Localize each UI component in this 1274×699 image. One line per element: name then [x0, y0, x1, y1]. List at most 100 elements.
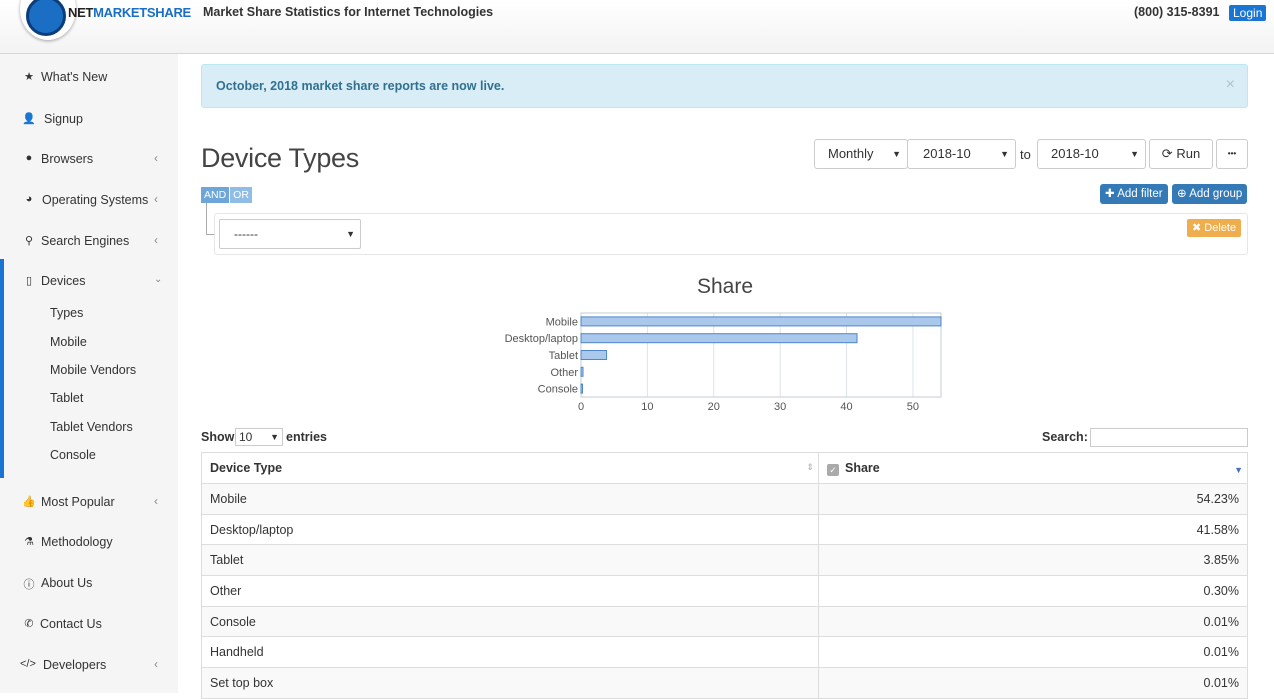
sidebar-item-methodology[interactable]: ⚗ Methodology — [0, 532, 178, 554]
device-type-cell: Mobile — [201, 483, 819, 515]
table-header-row: Device Type ⇕ ✓ Share ▼ — [201, 452, 1248, 484]
close-icon[interactable]: × — [1226, 76, 1235, 94]
date-to-value: 2018-10 — [1051, 146, 1099, 161]
period-select-value: Monthly — [828, 146, 874, 161]
tablet-icon: ▯ — [25, 275, 33, 287]
sidebar-item-devices[interactable]: ▯ Devices ⌄ — [0, 271, 178, 293]
column-header-share[interactable]: ✓ Share ▼ — [818, 452, 1248, 484]
announcement-alert: October, 2018 market share reports are n… — [201, 64, 1248, 108]
x-tick-label: 40 — [840, 401, 852, 413]
chevron-down-icon: ⌄ — [154, 274, 163, 285]
pie-chart-icon: ◕ — [25, 193, 33, 205]
top-bar: NETMARKETSHARE Market Share Statistics f… — [0, 0, 1274, 54]
column-header-device-type[interactable]: Device Type ⇕ — [201, 452, 819, 484]
sidebar-item-whats-new[interactable]: ★ What's New — [0, 67, 178, 89]
sidebar-item-label: Most Popular — [41, 495, 115, 509]
login-button[interactable]: Login — [1229, 5, 1267, 21]
table-row: Console 0.01% — [201, 605, 1248, 638]
period-select[interactable]: Monthly ▼ — [814, 139, 908, 169]
sidebar-item-label: Signup — [44, 112, 83, 126]
sidebar-item-about-us[interactable]: ⓘ About Us — [0, 573, 178, 595]
sidebar-subitem-mobile-vendors[interactable]: Mobile Vendors — [50, 363, 136, 377]
sidebar-subitem-mobile[interactable]: Mobile — [50, 335, 87, 349]
page-size-value: 10 — [239, 430, 253, 444]
share-cell: 0.30% — [818, 575, 1248, 607]
star-icon: ★ — [24, 71, 34, 83]
date-from-value: 2018-10 — [923, 146, 971, 161]
phone-icon: ✆ — [24, 618, 34, 630]
sidebar-item-label: Search Engines — [41, 234, 130, 248]
info-icon: ⓘ — [23, 579, 35, 591]
device-type-cell: Set top box — [201, 667, 819, 699]
x-tick-label: 50 — [907, 401, 919, 413]
date-to-select[interactable]: 2018-10 ▼ — [1037, 139, 1146, 169]
table-row: Handheld 0.01% — [201, 636, 1248, 669]
sort-icon: ⇕ — [806, 462, 814, 472]
chart-title: Share — [696, 275, 754, 298]
brand-name[interactable]: NETMARKETSHARE — [68, 5, 191, 20]
sidebar-item-signup[interactable]: 👤 Signup — [0, 109, 178, 131]
sidebar-item-operating-systems[interactable]: ◕ Operating Systems ‹ — [0, 190, 178, 212]
sidebar-item-label: Browsers — [41, 152, 94, 166]
sidebar-item-most-popular[interactable]: 👍 Most Popular ‹ — [0, 492, 178, 514]
device-share-table: Device Type ⇕ ✓ Share ▼ Mobile 54.23% Desktop… — [201, 452, 1248, 699]
share-cell: 0.01% — [818, 636, 1248, 669]
page-size-select[interactable]: 10 ▼ — [235, 428, 283, 446]
phone-number: (800) 315-8391 — [1134, 5, 1220, 19]
bar — [580, 350, 608, 360]
sidebar-subitem-types[interactable]: Types — [50, 306, 83, 320]
filter-field-select[interactable]: ------ ▼ — [219, 219, 361, 249]
sidebar-item-developers[interactable]: </> Developers ‹ — [0, 655, 178, 677]
sidebar-item-label: What's New — [41, 70, 108, 84]
or-button[interactable]: OR — [230, 187, 252, 203]
device-type-cell: Console — [201, 605, 819, 638]
share-cell: 3.85% — [818, 544, 1248, 577]
entries-label: entries — [286, 430, 327, 444]
sidebar-item-search-engines[interactable]: ⚲ Search Engines ‹ — [0, 231, 178, 253]
share-cell: 41.58% — [818, 513, 1248, 546]
filter-rule-container — [214, 213, 1248, 255]
chevron-left-icon: ‹ — [154, 494, 158, 508]
sidebar-item-contact-us[interactable]: ✆ Contact Us — [0, 614, 178, 636]
and-or-toggle: AND OR — [201, 187, 252, 203]
page-title: Device Types — [201, 143, 359, 173]
more-options-button[interactable]: ••• — [1216, 139, 1248, 169]
sidebar-subitem-console[interactable]: Console — [50, 448, 96, 462]
sidebar-item-browsers[interactable]: ● Browsers ‹ — [0, 149, 178, 171]
search-icon: ⚲ — [24, 235, 34, 247]
share-cell: 0.01% — [818, 605, 1248, 638]
chevron-left-icon: ‹ — [154, 657, 158, 671]
add-group-label: Add group — [1189, 188, 1243, 200]
date-from-select[interactable]: 2018-10 ▼ — [907, 139, 1016, 169]
add-filter-button[interactable]: ✚ Add filter — [1100, 184, 1168, 204]
y-category-label: Tablet — [549, 350, 578, 362]
share-cell: 54.23% — [818, 483, 1248, 515]
y-category-label: Other — [550, 367, 578, 379]
checkbox-icon[interactable]: ✓ — [827, 463, 839, 476]
bar — [580, 366, 584, 377]
y-category-label: Desktop/laptop — [505, 333, 578, 345]
alert-message: October, 2018 market share reports are n… — [216, 79, 505, 93]
user-plus-icon: 👤 — [22, 113, 36, 125]
add-filter-label: Add filter — [1117, 188, 1163, 200]
chevron-left-icon: ‹ — [154, 233, 158, 247]
device-type-cell: Other — [201, 575, 819, 607]
search-input[interactable] — [1090, 428, 1248, 447]
caret-down-icon: ▼ — [1130, 149, 1139, 159]
add-group-button[interactable]: ⊕ Add group — [1172, 184, 1248, 204]
show-label: Show — [201, 430, 235, 444]
search-label: Search: — [1042, 430, 1088, 444]
close-icon: ✖ — [1192, 222, 1202, 234]
and-button[interactable]: AND — [201, 187, 230, 203]
flask-icon: ⚗ — [24, 536, 34, 548]
sidebar-subitem-tablet[interactable]: Tablet — [50, 391, 83, 405]
y-category-label: Console — [538, 384, 578, 396]
run-button[interactable]: ⟳ Run — [1149, 139, 1213, 169]
sidebar-subitem-tablet-vendors[interactable]: Tablet Vendors — [50, 420, 133, 434]
table-row: Other 0.30% — [201, 575, 1248, 607]
thumbs-up-icon: 👍 — [22, 496, 36, 508]
sidebar: ★ What's New 👤 Signup ● Browsers ‹ ◕ Operatin… — [0, 54, 178, 693]
sidebar-item-label: Devices — [41, 274, 86, 288]
code-icon: </> — [20, 658, 36, 670]
delete-rule-button[interactable]: ✖ Delete — [1187, 219, 1242, 237]
